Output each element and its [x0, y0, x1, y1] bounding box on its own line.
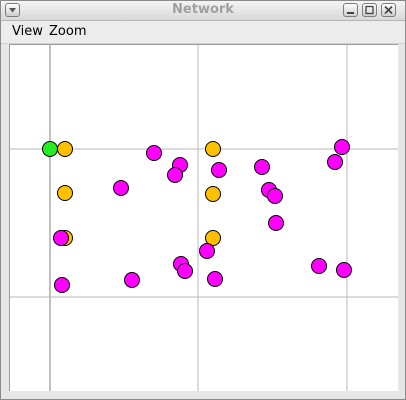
graph-node-magenta[interactable]: [54, 277, 70, 293]
close-icon: [384, 5, 393, 15]
network-graph[interactable]: [10, 45, 398, 391]
graph-node-magenta[interactable]: [254, 159, 270, 175]
graph-node-magenta[interactable]: [327, 154, 343, 170]
graph-node-orange[interactable]: [205, 141, 221, 157]
graph-node-magenta[interactable]: [199, 243, 215, 259]
graph-node-magenta[interactable]: [146, 145, 162, 161]
graph-node-green[interactable]: [42, 141, 58, 157]
graph-node-magenta[interactable]: [53, 230, 69, 246]
graph-node-orange[interactable]: [57, 141, 73, 157]
graph-node-magenta[interactable]: [268, 215, 284, 231]
graph-node-magenta[interactable]: [113, 180, 129, 196]
graph-node-magenta[interactable]: [267, 188, 283, 204]
title-bar[interactable]: Network: [1, 1, 405, 21]
graph-node-magenta[interactable]: [167, 167, 183, 183]
graph-node-magenta[interactable]: [334, 139, 350, 155]
minimize-button[interactable]: [343, 3, 358, 17]
graph-node-magenta[interactable]: [207, 271, 223, 287]
close-button[interactable]: [381, 3, 396, 17]
graph-node-magenta[interactable]: [124, 272, 140, 288]
graph-node-magenta[interactable]: [336, 262, 352, 278]
maximize-icon: [365, 5, 374, 15]
graph-node-magenta[interactable]: [311, 258, 327, 274]
network-canvas[interactable]: [9, 44, 398, 391]
menu-bar: View Zoom: [1, 21, 405, 44]
window-bottom-border: [1, 391, 405, 399]
menu-view[interactable]: View: [12, 24, 43, 39]
maximize-button[interactable]: [362, 3, 377, 17]
minimize-icon: [347, 12, 354, 14]
graph-node-orange[interactable]: [57, 185, 73, 201]
graph-node-magenta[interactable]: [211, 162, 227, 178]
graph-node-magenta[interactable]: [177, 263, 193, 279]
menu-zoom[interactable]: Zoom: [49, 24, 86, 39]
network-window: Network View Zoom: [0, 0, 406, 400]
graph-node-orange[interactable]: [205, 186, 221, 202]
